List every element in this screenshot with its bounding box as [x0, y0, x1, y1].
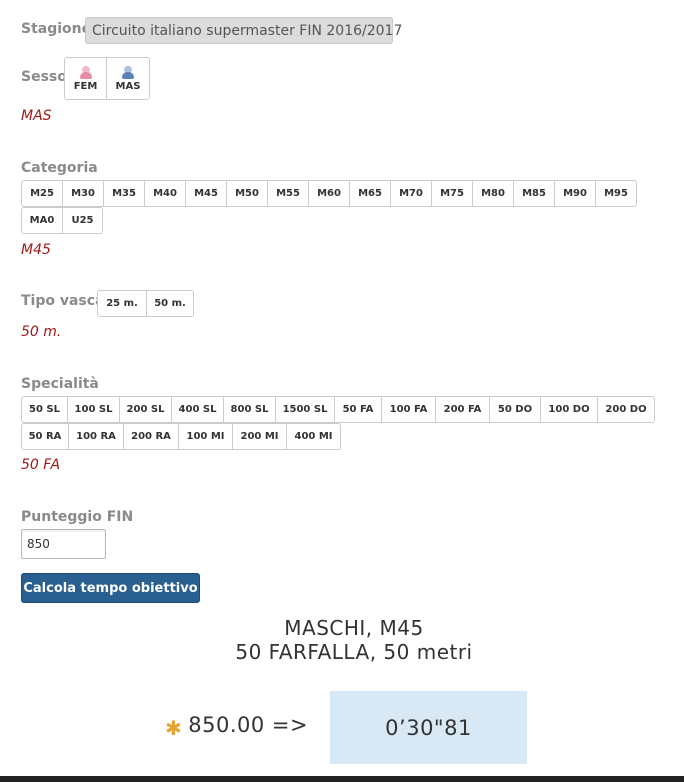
categoria-button[interactable]: M80: [472, 180, 514, 207]
specialita-button[interactable]: 100 SL: [67, 396, 120, 423]
specialita-button[interactable]: 100 DO: [540, 396, 598, 423]
categoria-button[interactable]: M70: [390, 180, 432, 207]
specialita-button[interactable]: 50 DO: [489, 396, 541, 423]
specialita-button[interactable]: 100 MI: [178, 423, 233, 450]
categoria-group-row2: MA0 U25: [21, 207, 103, 234]
punteggio-label: Punteggio FIN: [21, 509, 134, 525]
asterisk-icon: ✱: [165, 716, 183, 740]
result-score-value: 850.00 =>: [188, 713, 309, 737]
specialita-button[interactable]: 200 DO: [597, 396, 655, 423]
specialita-button[interactable]: 400 SL: [171, 396, 224, 423]
categoria-button[interactable]: MA0: [21, 207, 63, 234]
categoria-button[interactable]: M90: [554, 180, 596, 207]
categoria-label: Categoria: [21, 160, 98, 176]
specialita-button[interactable]: 400 MI: [286, 423, 341, 450]
sesso-mas-button[interactable]: MAS: [106, 57, 150, 100]
categoria-button[interactable]: M85: [513, 180, 555, 207]
result-line1: MASCHI, M45: [284, 616, 424, 640]
specialita-button[interactable]: 200 FA: [435, 396, 490, 423]
sesso-mas-label: MAS: [115, 80, 141, 92]
categoria-button[interactable]: M35: [103, 180, 145, 207]
specialita-button[interactable]: 50 SL: [21, 396, 68, 423]
categoria-button[interactable]: M30: [62, 180, 104, 207]
calcola-button[interactable]: Calcola tempo obiettivo: [21, 573, 200, 603]
specialita-button[interactable]: 50 RA: [21, 423, 69, 450]
result-time: 0’30"81: [330, 691, 527, 764]
categoria-selected: M45: [21, 242, 51, 258]
categoria-button[interactable]: M75: [431, 180, 473, 207]
specialita-selected: 50 FA: [21, 457, 61, 473]
footer-bar: [0, 776, 684, 782]
categoria-button[interactable]: M60: [308, 180, 350, 207]
female-icon: [79, 65, 93, 79]
specialita-button[interactable]: 100 FA: [381, 396, 436, 423]
specialita-button[interactable]: 1500 SL: [275, 396, 335, 423]
sesso-group: FEM MAS: [64, 57, 150, 100]
sesso-selected: MAS: [21, 108, 52, 124]
categoria-button[interactable]: M65: [349, 180, 391, 207]
result-score: ✱ 850.00 =>: [165, 710, 308, 740]
specialita-button[interactable]: 50 FA: [334, 396, 382, 423]
categoria-button[interactable]: M55: [267, 180, 309, 207]
specialita-button[interactable]: 200 MI: [232, 423, 287, 450]
vasca-button[interactable]: 25 m.: [97, 290, 147, 317]
specialita-button[interactable]: 800 SL: [223, 396, 276, 423]
specialita-button[interactable]: 200 RA: [123, 423, 179, 450]
categoria-button[interactable]: U25: [62, 207, 103, 234]
categoria-button[interactable]: M95: [595, 180, 637, 207]
categoria-button[interactable]: M50: [226, 180, 268, 207]
punteggio-input[interactable]: 850: [21, 529, 106, 559]
categoria-button[interactable]: M40: [144, 180, 186, 207]
categoria-button[interactable]: M25: [21, 180, 63, 207]
vasca-button[interactable]: 50 m.: [146, 290, 194, 317]
male-icon: [121, 65, 135, 79]
categoria-button[interactable]: M45: [185, 180, 227, 207]
sesso-label: Sesso: [21, 69, 67, 85]
sesso-fem-button[interactable]: FEM: [64, 57, 107, 100]
specialita-button[interactable]: 200 SL: [119, 396, 172, 423]
stagione-select[interactable]: Circuito italiano supermaster FIN 2016/2…: [85, 17, 402, 44]
specialita-button[interactable]: 100 RA: [68, 423, 124, 450]
vasca-selected: 50 m.: [21, 324, 62, 340]
categoria-group: M25 M30 M35 M40 M45 M50 M55 M60 M65 M70 …: [21, 180, 641, 207]
specialita-group-row2: 50 RA 100 RA 200 RA 100 MI 200 MI 400 MI: [21, 423, 341, 450]
sesso-fem-label: FEM: [73, 80, 98, 92]
stagione-label: Stagione: [21, 21, 92, 37]
specialita-group: 50 SL 100 SL 200 SL 400 SL 800 SL 1500 S…: [21, 396, 655, 423]
specialita-label: Specialità: [21, 376, 99, 392]
result-line2: 50 FARFALLA, 50 metri: [235, 640, 473, 664]
vasca-label: Tipo vasca: [21, 293, 105, 309]
vasca-group: 25 m. 50 m.: [97, 290, 194, 317]
